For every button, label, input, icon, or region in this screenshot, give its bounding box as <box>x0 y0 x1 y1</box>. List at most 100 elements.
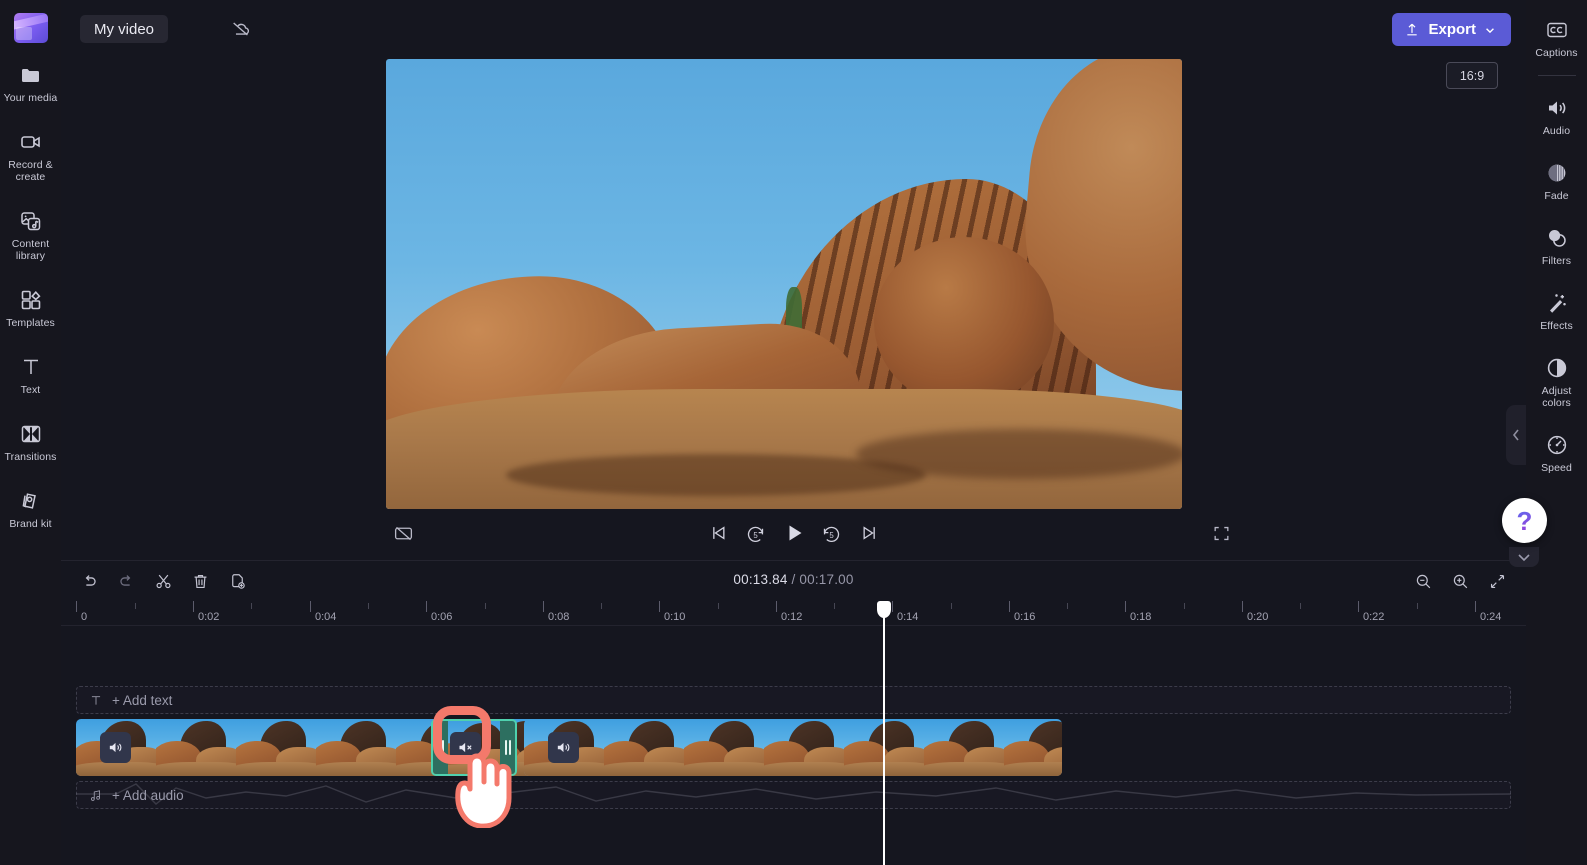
redo-button[interactable] <box>110 565 143 598</box>
sidebar-item-label: Your media <box>4 92 58 104</box>
clipchamp-video-editor: Your media Record & create <box>0 0 1587 865</box>
transport-controls: 5 5 <box>701 516 887 550</box>
help-question-icon: ? <box>1517 508 1533 534</box>
right-sidebar: Captions Audio Fade <box>1526 0 1587 865</box>
sidebar-divider <box>1538 75 1576 76</box>
playback-controls: 5 5 <box>61 512 1526 554</box>
speaker-icon <box>555 739 572 756</box>
speedometer-icon <box>1545 433 1569 457</box>
svg-text:5: 5 <box>829 530 834 539</box>
video-clip-b[interactable] <box>524 719 1062 776</box>
skip-to-start-icon <box>708 523 728 543</box>
sidebar-item-label: Speed <box>1541 462 1572 474</box>
timeline-ruler[interactable]: 0 0:02 0:04 0:06 0:08 0:10 0:12 0:14 0:1 <box>61 601 1526 626</box>
scissors-icon <box>154 572 173 591</box>
sidebar-item-label: Captions <box>1535 47 1577 59</box>
forward-5-icon: 5 <box>821 523 842 544</box>
chevron-down-icon <box>1484 24 1496 36</box>
add-text-track[interactable]: + Add text <box>76 686 1511 714</box>
ruler-label: 0:22 <box>1363 611 1384 623</box>
total-time: 00:17.00 <box>799 572 853 587</box>
ruler-label: 0:24 <box>1480 611 1501 623</box>
sidebar-item-filters[interactable]: Filters <box>1526 218 1587 273</box>
zoom-in-button[interactable] <box>1444 565 1477 598</box>
speaker-icon <box>107 739 124 756</box>
clip-thumbnail <box>316 719 396 776</box>
redo-arrow-icon <box>117 572 136 591</box>
sidebar-item-content-library[interactable]: Content library <box>0 201 61 268</box>
sidebar-item-label: Audio <box>1543 125 1570 137</box>
sidebar-item-record-create[interactable]: Record & create <box>0 122 61 189</box>
sidebar-item-captions[interactable]: Captions <box>1526 10 1587 65</box>
sidebar-item-label: Templates <box>6 317 55 329</box>
cloud-off-icon[interactable] <box>226 15 256 43</box>
timeline-toolbar: 00:13.84 / 00:17.00 <box>61 560 1526 601</box>
duplicate-icon <box>228 572 247 591</box>
sidebar-item-audio[interactable]: Audio <box>1526 88 1587 143</box>
fullscreen-button[interactable] <box>1204 516 1238 550</box>
captions-toggle-button[interactable] <box>386 516 420 550</box>
clip-a-audio-button[interactable] <box>100 732 131 763</box>
video-preview[interactable] <box>386 59 1182 509</box>
playhead-handle[interactable] <box>877 601 891 618</box>
ruler-label: 0:10 <box>664 611 685 623</box>
sidebar-item-label: Adjust colors <box>1528 385 1585 409</box>
sidebar-item-speed[interactable]: Speed <box>1526 425 1587 480</box>
split-button[interactable] <box>147 565 180 598</box>
fit-to-screen-button[interactable] <box>1481 565 1514 598</box>
timeline[interactable]: 0 0:02 0:04 0:06 0:08 0:10 0:12 0:14 0:1 <box>61 601 1526 865</box>
help-collapse-button[interactable] <box>1509 547 1539 567</box>
ruler-label: 0:12 <box>781 611 802 623</box>
playhead[interactable] <box>883 601 885 865</box>
sidebar-item-brand-kit[interactable]: Brand kit <box>0 481 61 536</box>
timeline-zoom-controls <box>1407 565 1514 598</box>
forward-5-button[interactable]: 5 <box>815 516 849 550</box>
ruler-label: 0 <box>81 611 87 623</box>
right-sidebar-collapse-button[interactable] <box>1506 405 1526 465</box>
duplicate-button[interactable] <box>221 565 254 598</box>
sidebar-item-fade[interactable]: Fade <box>1526 153 1587 208</box>
content-library-icon <box>19 209 43 233</box>
play-button[interactable] <box>777 516 811 550</box>
sidebar-item-text[interactable]: Text <box>0 347 61 402</box>
sidebar-item-your-media[interactable]: Your media <box>0 55 61 110</box>
fullscreen-icon <box>1212 524 1231 543</box>
video-camera-icon <box>19 130 43 154</box>
rock-shadow-right <box>856 429 1182 479</box>
sidebar-item-templates[interactable]: Templates <box>0 280 61 335</box>
chevron-down-icon <box>1517 553 1531 562</box>
sidebar-item-label: Fade <box>1544 190 1568 202</box>
help-button[interactable]: ? <box>1502 498 1547 543</box>
time-separator: / <box>792 572 796 587</box>
trim-handle-left[interactable] <box>433 721 448 774</box>
clip-b-audio-button[interactable] <box>548 732 579 763</box>
skip-to-start-button[interactable] <box>701 516 735 550</box>
top-bar: My video Export <box>61 0 1526 57</box>
rewind-5-button[interactable]: 5 <box>739 516 773 550</box>
delete-button[interactable] <box>184 565 217 598</box>
undo-button[interactable] <box>73 565 106 598</box>
ruler-label: 0:14 <box>897 611 918 623</box>
transitions-icon <box>19 422 43 446</box>
preview-area: 16:9 <box>61 57 1526 560</box>
sidebar-item-label: Effects <box>1540 320 1573 332</box>
project-title[interactable]: My video <box>80 15 168 43</box>
skip-to-end-icon <box>860 523 880 543</box>
zoom-out-button[interactable] <box>1407 565 1440 598</box>
clipchamp-logo-icon[interactable] <box>14 13 48 43</box>
hand-pointer-cursor <box>447 742 517 828</box>
rewind-5-icon: 5 <box>745 523 766 544</box>
clip-thumbnail <box>764 719 844 776</box>
sidebar-item-effects[interactable]: Effects <box>1526 283 1587 338</box>
sidebar-item-adjust-colors[interactable]: Adjust colors <box>1526 348 1587 415</box>
ruler-label: 0:18 <box>1130 611 1151 623</box>
ruler-label: 0:08 <box>548 611 569 623</box>
export-button[interactable]: Export <box>1392 13 1511 46</box>
aspect-ratio-badge[interactable]: 16:9 <box>1446 62 1498 89</box>
sidebar-item-transitions[interactable]: Transitions <box>0 414 61 469</box>
skip-to-end-button[interactable] <box>853 516 887 550</box>
text-t-icon <box>19 355 43 379</box>
trash-icon <box>191 572 210 591</box>
upload-icon <box>1404 21 1420 38</box>
templates-grid-icon <box>19 288 43 312</box>
